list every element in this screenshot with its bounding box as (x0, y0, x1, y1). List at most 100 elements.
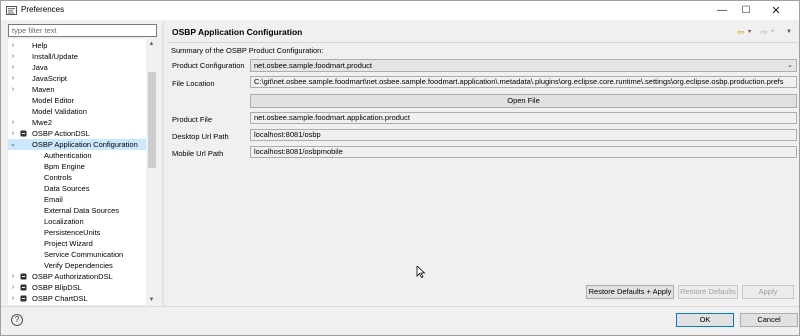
product-file-label: Product File (172, 115, 213, 124)
summary-text: Summary of the OSBP Product Configuratio… (171, 46, 324, 55)
tree-item[interactable]: › Install/Update (8, 51, 146, 62)
tree-item[interactable]: Model Editor (8, 95, 146, 106)
desktop-url-field[interactable]: localhost:8081/osbp (250, 129, 797, 141)
tree-item-label: Data Sources (44, 184, 90, 193)
chevron-right-icon[interactable]: › (9, 40, 17, 51)
product-configuration-select[interactable]: net.osbee.sample.foodmart.product ⌄ (250, 59, 797, 72)
tree-item[interactable]: Controls (8, 172, 146, 183)
maximize-icon: ☐ (741, 5, 751, 16)
tree-item-label: OSBP AuthorizationDSL (32, 272, 113, 281)
header-divider (167, 42, 798, 43)
product-file-field[interactable]: net.osbee.sample.foodmart.application.pr… (250, 112, 797, 124)
tree-item[interactable]: PersistenceUnits (8, 227, 146, 238)
authorizationdsl-icon (20, 273, 27, 280)
tree-item[interactable]: › Java (8, 62, 146, 73)
preference-tree: › Help › Install/Update › Java › JavaScript › Mav… (8, 39, 157, 305)
tree-item[interactable]: Project Wizard (8, 238, 146, 249)
tree-item[interactable]: ⌄ OSBP Application Configuration (8, 139, 146, 150)
tree-item[interactable]: Data Sources (8, 183, 146, 194)
tree-item-label: PersistenceUnits (44, 228, 101, 237)
tree-item[interactable]: › Mwe2 (8, 117, 146, 128)
tree-item-label: Model Editor (32, 96, 75, 105)
chevron-right-icon[interactable]: › (9, 117, 17, 128)
tree-item-label: Verify Dependencies (44, 261, 113, 270)
tree-item-label: Service Communication (44, 250, 124, 259)
open-file-button[interactable]: Open File (250, 94, 797, 108)
tree-item[interactable]: › OSBP ChartDSL (8, 293, 146, 304)
tree-item[interactable]: › OSBP BlipDSL (8, 282, 146, 293)
product-configuration-value: net.osbee.sample.foodmart.product (254, 61, 372, 70)
tree-item[interactable]: Localization (8, 216, 146, 227)
tree-item[interactable]: › OSBP AuthorizationDSL (8, 271, 146, 282)
ok-button[interactable]: OK (676, 313, 734, 327)
mobile-url-field[interactable]: localhost:8081/osbpmobile (250, 146, 797, 158)
tree-item-label: Authentication (44, 151, 92, 160)
blipdsl-icon (20, 284, 27, 291)
forward-arrow-icon[interactable]: ⇨ (760, 26, 768, 38)
back-dropdown-icon[interactable]: ▾ (748, 26, 751, 38)
tree-item[interactable]: › Help (8, 40, 146, 51)
tree-item[interactable]: Service Communication (8, 249, 146, 260)
tree-item[interactable]: Bpm Engine (8, 161, 146, 172)
chevron-right-icon[interactable]: › (9, 84, 17, 95)
chevron-right-icon[interactable]: › (9, 62, 17, 73)
maximize-button[interactable]: ☐ (733, 1, 759, 20)
tree-item-label: JavaScript (32, 74, 68, 83)
chevron-right-icon[interactable]: › (9, 293, 17, 304)
tree-item-label: Bpm Engine (44, 162, 85, 171)
back-arrow-icon[interactable]: ⇦ (737, 26, 745, 38)
tree-item-label: Mwe2 (32, 118, 53, 127)
tree-item-label: Model Validation (32, 107, 87, 116)
tree-item-label: Install/Update (32, 52, 78, 61)
tree-item[interactable]: External Data Sources (8, 205, 146, 216)
tree-item-label: Project Wizard (44, 239, 93, 248)
tree-item[interactable]: › OSBP ActionDSL (8, 128, 146, 139)
chevron-right-icon[interactable]: › (9, 282, 17, 293)
window-title: Preferences (21, 5, 65, 14)
tree-item-label: OSBP ActionDSL (32, 129, 90, 138)
product-configuration-label: Product Configuration (172, 61, 245, 70)
tree-item[interactable]: Model Validation (8, 106, 146, 117)
tree-item[interactable]: › JavaScript (8, 73, 146, 84)
chevron-right-icon[interactable]: › (9, 271, 17, 282)
tree-item-label: Maven (32, 85, 55, 94)
scroll-thumb[interactable] (148, 72, 156, 168)
chartdsl-icon (20, 295, 27, 302)
apply-button[interactable]: Apply (742, 285, 794, 299)
tree-item-label: OSBP BlipDSL (32, 283, 82, 292)
tree-item[interactable]: Authentication (8, 150, 146, 161)
tree-item[interactable]: › Maven (8, 84, 146, 95)
tree-item[interactable]: Email (8, 194, 146, 205)
desktop-url-label: Desktop Url Path (172, 132, 229, 141)
cancel-button[interactable]: Cancel (740, 313, 798, 327)
minimize-button[interactable]: — (709, 1, 735, 20)
footer-divider (1, 306, 799, 307)
file-location-label: File Location (172, 79, 215, 88)
close-button[interactable]: ✕ (763, 1, 789, 20)
file-location-field[interactable]: C:\git\net.osbee.sample.foodmart\net.osb… (250, 76, 797, 88)
history-nav: ⇦ ▾ ⇨ ▾ ▼ (737, 26, 797, 38)
scroll-down-icon[interactable]: ▼ (146, 295, 157, 305)
view-menu-icon[interactable]: ▼ (786, 26, 792, 38)
forward-dropdown-icon[interactable]: ▾ (771, 26, 774, 38)
tree-item-label: Localization (44, 217, 84, 226)
chevron-right-icon[interactable]: › (9, 73, 17, 84)
filter-input[interactable]: type filter text (8, 24, 157, 37)
mouse-cursor-icon (416, 266, 426, 278)
preferences-app-icon (6, 6, 17, 15)
minimize-icon: — (717, 5, 727, 16)
chevron-right-icon[interactable]: › (9, 51, 17, 62)
page-header: OSBP Application Configuration ⇦ ▾ ⇨ ▾ ▼ (167, 22, 798, 42)
help-icon[interactable]: ? (11, 314, 23, 326)
title-bar: Preferences — ☐ ✕ (1, 1, 799, 20)
panel-splitter[interactable] (162, 22, 164, 306)
mobile-url-label: Mobile Url Path (172, 149, 224, 158)
restore-defaults-button[interactable]: Restore Defaults (678, 285, 738, 299)
scroll-up-icon[interactable]: ▲ (146, 39, 157, 49)
tree-item[interactable]: Verify Dependencies (8, 260, 146, 271)
restore-defaults-apply-button[interactable]: Restore Defaults + Apply (586, 285, 674, 299)
tree-scrollbar[interactable]: ▲ ▼ (146, 39, 157, 305)
tree-item-label: Java (32, 63, 48, 72)
chevron-right-icon[interactable]: › (9, 128, 17, 139)
chevron-down-icon[interactable]: ⌄ (9, 139, 17, 150)
